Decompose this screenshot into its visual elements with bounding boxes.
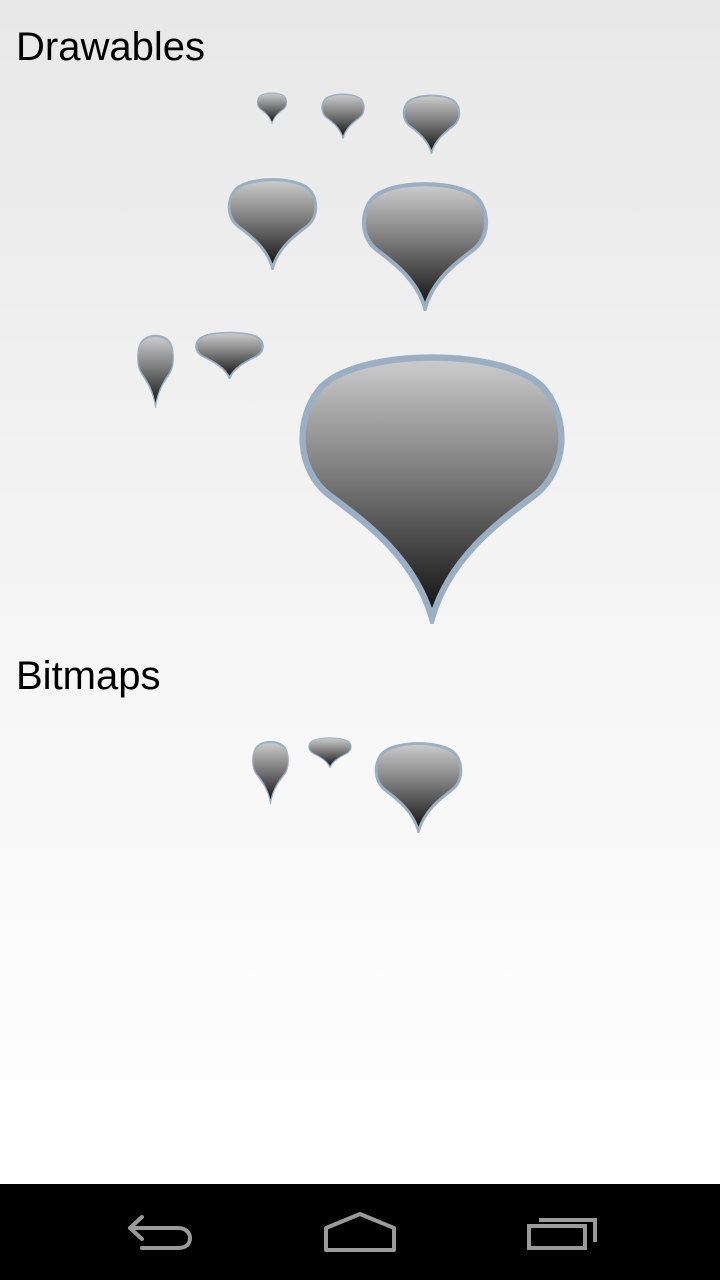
recent-apps-button[interactable]	[442, 1184, 682, 1280]
marker-icon	[299, 354, 565, 624]
back-arrow-icon	[128, 1215, 192, 1250]
marker-icon	[308, 737, 352, 768]
recent-apps-icon	[527, 1218, 597, 1250]
bitmaps-title: Bitmaps	[16, 654, 161, 698]
marker-icon	[137, 334, 174, 408]
marker-icon	[256, 92, 288, 124]
marker-icon	[321, 93, 365, 139]
app-content: Drawables Bitmaps	[0, 0, 720, 1184]
marker-icon	[227, 178, 318, 270]
marker-icon	[374, 742, 463, 833]
marker-icon	[252, 740, 289, 804]
home-icon	[324, 1212, 396, 1252]
drawables-title: Drawables	[16, 25, 205, 69]
marker-icon	[362, 182, 488, 311]
marker-icon	[402, 94, 461, 154]
navigation-bar	[0, 1184, 720, 1280]
marker-icon	[195, 331, 264, 379]
